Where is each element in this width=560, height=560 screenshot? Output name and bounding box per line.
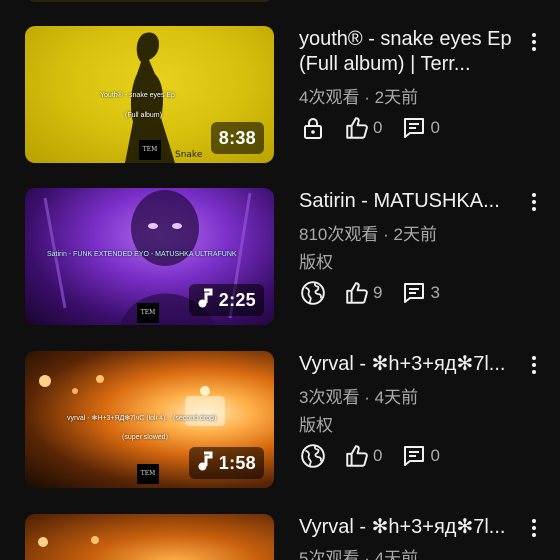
comment-count: 0 [430,118,440,137]
label-logo: TEM [139,140,161,160]
thumbnail-signature: Snake [175,150,203,160]
more-options-icon[interactable] [527,353,541,377]
thumbnail-caption: (super slowed) [122,434,168,441]
video-thumbnail[interactable]: Youth® - snake eyes Ep (Full album) TEM … [25,26,274,163]
comment-count: 3 [430,283,440,302]
video-stats: 0 0 [299,442,440,470]
more-options-icon[interactable] [527,30,541,54]
duration-text: 1:58 [218,452,256,473]
upload-age: 4天前 [374,549,419,560]
upload-age: 2天前 [374,88,419,107]
video-meta: 5次观看 · 4天前 [299,544,418,560]
video-item[interactable]: Vyrval - ✻h+3+яд✻7l... 5次观看 · 4天前 [0,514,560,560]
duration-badge: 1:58 [188,447,264,479]
view-count: 4次观看 [299,88,360,107]
video-title[interactable]: Vyrval - ✻h+3+яд✻7l... [299,515,517,540]
thumbnail-caption: vyrval - ✻H+3+ЯД✻7lчС (loli 4)... (secon… [67,415,217,422]
video-title[interactable]: youth® - snake eyes Ep (Full album) | Te… [299,27,517,77]
duration-text: 2:25 [218,289,256,310]
globe-icon [299,279,327,307]
video-meta: 4次观看 · 2天前 [299,83,418,108]
thumbnail-caption: (Full album) [125,112,162,119]
video-thumbnail[interactable]: vyrval - ✻H+3+ЯД✻7lчС (loli 4)... (secon… [25,351,274,488]
view-count: 5次观看 [299,549,360,560]
globe-icon [299,442,327,470]
meta-separator: · [364,88,370,107]
upload-age: 2天前 [393,225,437,244]
video-list: Youth® - snake eyes Ep (Full album) TEM … [0,0,560,560]
copyright-label: 版权 [299,416,333,435]
video-item[interactable]: vyrval - ✻H+3+ЯД✻7lчС (loli 4)... (secon… [0,351,560,491]
like-count: 0 [373,446,383,465]
meta-separator: · [383,225,389,244]
like-count: 0 [373,118,383,137]
video-meta: 810次观看 · 2天前 [299,220,437,245]
thumbs-up-icon[interactable] [343,442,371,470]
label-logo: TEM [137,303,159,323]
meta-separator: · [364,388,370,407]
comment-icon[interactable] [400,114,428,142]
more-options-icon[interactable] [527,190,541,214]
comment-icon[interactable] [400,442,428,470]
duration-badge: 2:25 [188,284,264,316]
view-count: 810次观看 [299,225,379,244]
previous-thumbnail-partial[interactable] [25,0,274,2]
copyright-label: 版权 [299,253,333,272]
meta-separator: · [364,549,370,560]
thumbnail-caption: Satirin - FUNK EXTENDED EYO - MATUSHKA U… [47,251,237,258]
label-logo: TEM [137,464,159,484]
video-thumbnail[interactable] [25,514,274,560]
music-note-icon [197,288,213,313]
video-title[interactable]: Vyrval - ✻h+3+яд✻7l... [299,352,517,377]
video-thumbnail[interactable]: Satirin - FUNK EXTENDED EYO - MATUSHKA U… [25,188,274,325]
thumbs-up-icon[interactable] [343,279,371,307]
upload-age: 4天前 [374,388,419,407]
thumbnail-caption: Youth® - snake eyes Ep [100,92,175,99]
video-meta: 3次观看 · 4天前 [299,383,418,408]
duration-badge: 8:38 [210,122,264,154]
more-options-icon[interactable] [527,516,541,540]
night-street-art [38,536,99,547]
video-stats: 0 0 [299,114,440,142]
lock-icon [299,114,327,142]
thumbs-up-icon[interactable] [343,114,371,142]
comment-icon[interactable] [400,279,428,307]
video-item[interactable]: Youth® - snake eyes Ep (Full album) TEM … [0,26,560,166]
view-count: 3次观看 [299,388,360,407]
video-item[interactable]: Satirin - FUNK EXTENDED EYO - MATUSHKA U… [0,188,560,328]
comment-count: 0 [430,446,440,465]
like-count: 9 [373,283,383,302]
duration-text: 8:38 [218,127,256,148]
music-note-icon [197,451,213,476]
video-title[interactable]: Satirin - MATUSHKA... [299,189,517,214]
video-stats: 9 3 [299,279,440,307]
